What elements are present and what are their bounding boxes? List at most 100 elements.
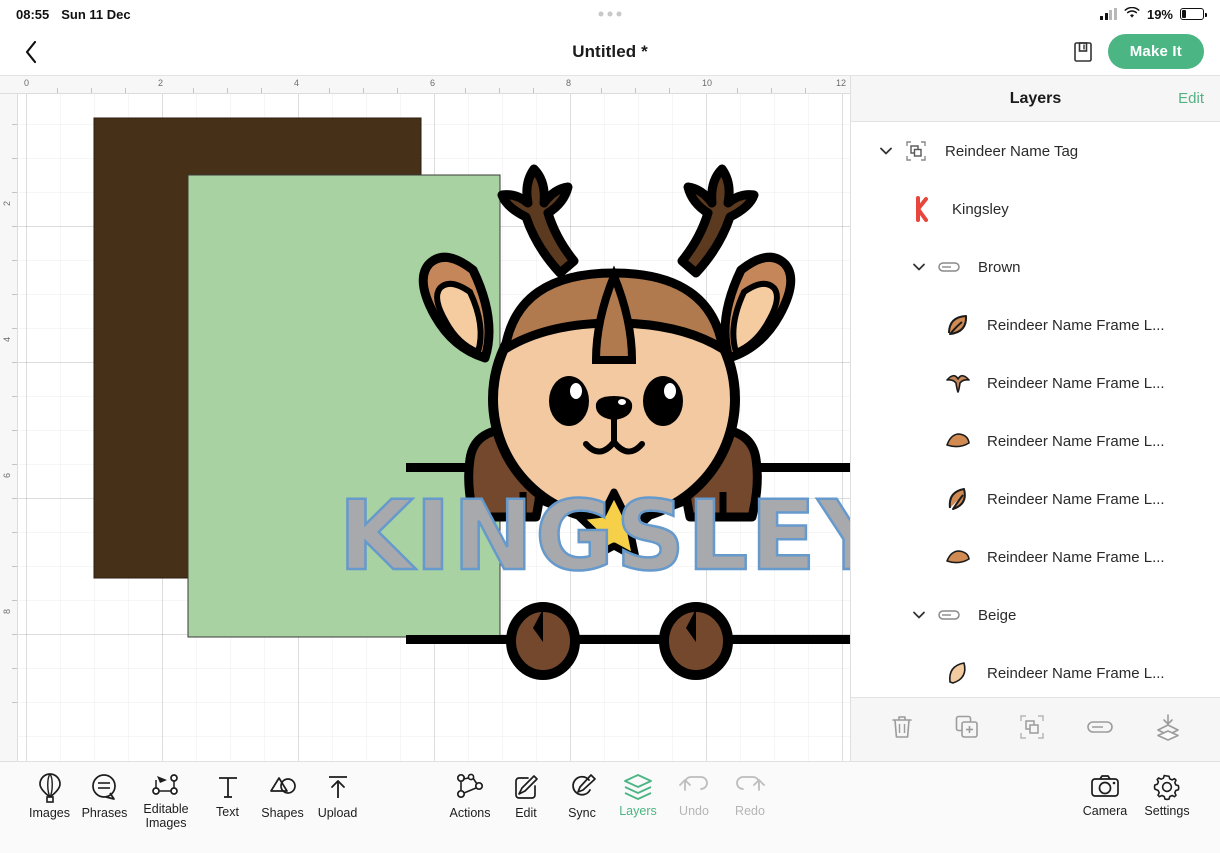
workspace: KINGSLEY 0 2 4 6 8 10 12 2 4 6 8 Layers … — [0, 76, 1220, 761]
back-button[interactable] — [16, 37, 46, 67]
layer-row-text[interactable]: Kingsley — [851, 180, 1220, 238]
cellular-signal-icon — [1100, 7, 1117, 20]
layers-stack-icon — [624, 774, 652, 800]
nav-item-sync[interactable]: Sync — [554, 772, 610, 821]
speech-bubble-icon — [91, 774, 116, 800]
header-actions: Make It — [1072, 34, 1204, 69]
nav-item-settings[interactable]: Settings — [1136, 772, 1198, 819]
leaf-outline-icon — [941, 308, 975, 342]
nav-label: Sync — [568, 806, 596, 820]
ruler-v-label: 6 — [2, 472, 12, 478]
antler-right — [677, 164, 759, 278]
nav-item-phrases[interactable]: Phrases — [77, 772, 132, 831]
layer-name: Reindeer Name Frame L... — [987, 664, 1165, 682]
sync-pen-icon — [572, 774, 596, 796]
leaf-beige-icon — [941, 656, 975, 690]
leaf-outline-icon — [941, 482, 975, 516]
nav-label: Layers — [619, 804, 657, 818]
battery-percent-label: 19% — [1146, 6, 1173, 22]
layer-name: Brown — [978, 258, 1021, 276]
nav-label: Undo — [679, 804, 709, 818]
layer-row-shape[interactable]: Reindeer Name Frame L... — [851, 470, 1220, 528]
layers-panel: Layers Edit Reindeer Name Tag Kingsley B… — [850, 76, 1220, 761]
vertical-ruler: 2 4 6 8 — [0, 76, 18, 761]
actions-nodes-icon — [456, 773, 484, 799]
handle-dot — [607, 11, 613, 17]
nav-label: Camera — [1082, 804, 1128, 818]
attach-layer-button[interactable] — [1085, 718, 1115, 741]
ruler-h-label: 2 — [158, 78, 164, 88]
layers-edit-button[interactable]: Edit — [1178, 90, 1204, 107]
delete-layer-button[interactable] — [889, 713, 915, 746]
chevron-down-icon[interactable] — [906, 259, 932, 275]
group-layer-button[interactable] — [1019, 714, 1045, 745]
layer-name: Reindeer Name Frame L... — [987, 374, 1165, 392]
edit-pen-square-icon — [515, 775, 538, 799]
nav-item-camera[interactable]: Camera — [1074, 772, 1136, 819]
ruler-v-label: 2 — [2, 200, 12, 206]
status-bar-right: 19% — [1100, 6, 1207, 22]
dome-icon — [941, 424, 975, 458]
nav-item-actions[interactable]: Actions — [442, 772, 498, 821]
text-k-icon — [906, 192, 940, 226]
make-it-button[interactable]: Make It — [1107, 34, 1204, 69]
layers-toolbar — [851, 697, 1220, 761]
nav-item-undo[interactable]: Undo — [666, 772, 722, 821]
ruler-h-label: 10 — [702, 78, 713, 88]
ruler-h-label: 6 — [430, 78, 436, 88]
nav-label: Settings — [1144, 804, 1190, 818]
nav-item-layers[interactable]: Layers — [610, 772, 666, 821]
chevron-down-icon[interactable] — [873, 143, 899, 159]
flatten-layer-button[interactable] — [1154, 713, 1182, 746]
nav-item-shapes[interactable]: Shapes — [255, 772, 310, 831]
layer-name: Reindeer Name Frame L... — [987, 490, 1165, 508]
bottom-nav-right-group: Camera Settings — [1074, 772, 1198, 819]
layer-name: Beige — [978, 606, 1017, 624]
layer-name: Reindeer Name Frame L... — [987, 316, 1165, 334]
layer-row-shape[interactable]: Reindeer Name Frame L... — [851, 644, 1220, 697]
layers-list[interactable]: Reindeer Name Tag Kingsley Brown Reindee… — [851, 122, 1220, 697]
status-time: 08:55 — [16, 6, 50, 22]
hot-air-balloon-icon — [38, 773, 61, 803]
layer-name: Reindeer Name Frame L... — [987, 432, 1165, 450]
nav-label: Phrases — [81, 806, 128, 820]
layer-row-attached-group[interactable]: Brown — [851, 238, 1220, 296]
layer-row-shape[interactable]: Reindeer Name Frame L... — [851, 296, 1220, 354]
layer-row-shape[interactable]: Reindeer Name Frame L... — [851, 354, 1220, 412]
multitask-handle[interactable] — [598, 11, 622, 17]
back-chevron-icon — [25, 40, 37, 63]
nav-item-upload[interactable]: Upload — [310, 772, 365, 831]
nav-label-line2: Images — [145, 815, 187, 830]
layer-row-attached-group[interactable]: Beige — [851, 586, 1220, 644]
duplicate-layer-button[interactable] — [954, 714, 980, 745]
nav-item-redo[interactable]: Redo — [722, 772, 778, 821]
chevron-down-icon[interactable] — [906, 607, 932, 623]
attach-paperclip-icon — [932, 250, 966, 284]
ruler-h-label: 0 — [24, 78, 30, 88]
layer-row-shape[interactable]: Reindeer Name Frame L... — [851, 412, 1220, 470]
ruler-h-label: 12 — [836, 78, 847, 88]
save-floppy-icon[interactable] — [1072, 40, 1094, 64]
nav-label-line1: Editable — [143, 802, 189, 816]
nav-item-edit[interactable]: Edit — [498, 772, 554, 821]
nav-label: Shapes — [261, 806, 304, 820]
canvas-grid[interactable]: KINGSLEY — [18, 94, 850, 761]
canvas-artwork[interactable]: KINGSLEY — [18, 94, 850, 761]
ruler-v-label: 8 — [2, 608, 12, 614]
handle-dot — [598, 11, 604, 17]
status-bar-left: 08:55 Sun 11 Dec — [16, 7, 131, 22]
nav-item-editable-images[interactable]: Editable Images — [132, 772, 200, 831]
design-canvas[interactable]: KINGSLEY 0 2 4 6 8 10 12 2 4 6 8 — [0, 76, 850, 761]
nav-item-images[interactable]: Images — [22, 772, 77, 831]
nav-item-text[interactable]: Shapes Text — [200, 772, 255, 831]
layer-row-shape[interactable]: Reindeer Name Frame L... — [851, 528, 1220, 586]
battery-icon — [1180, 8, 1207, 20]
ruler-h-label: 4 — [294, 78, 300, 88]
layer-row-group[interactable]: Reindeer Name Tag — [851, 122, 1220, 180]
layer-name: Reindeer Name Frame L... — [987, 548, 1165, 566]
bottom-nav-left-group: Images Phrases Editable Images Shapes Te… — [22, 772, 365, 831]
bottom-nav-center-group: Actions Edit Sync Layers Undo Redo — [442, 772, 778, 821]
layers-panel-title: Layers — [1009, 89, 1062, 107]
name-text-kingsley: KINGSLEY — [339, 480, 850, 592]
layers-panel-header: Layers Edit — [851, 76, 1220, 122]
